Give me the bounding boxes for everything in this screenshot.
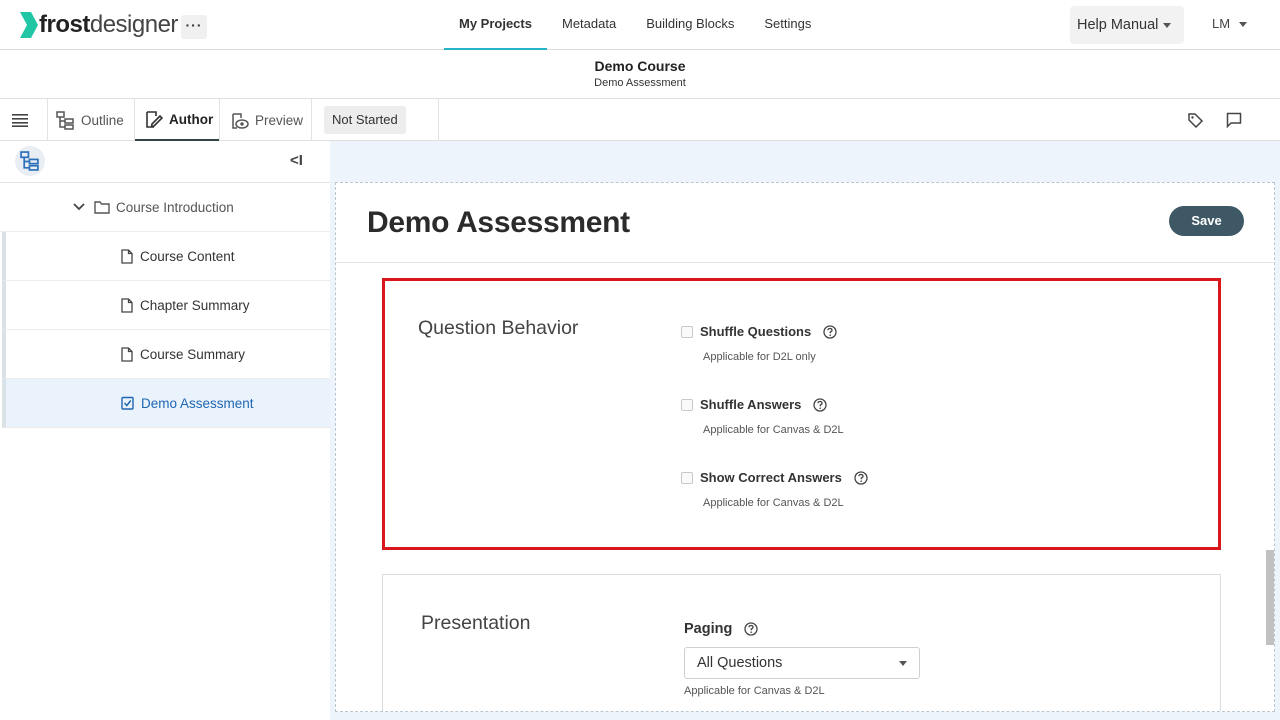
main-nav-tabs: My Projects Metadata Building Blocks Set… xyxy=(444,0,826,50)
paging-value: All Questions xyxy=(697,655,783,671)
save-button[interactable]: Save xyxy=(1169,206,1244,236)
option-label: Shuffle Answers xyxy=(700,397,802,412)
help-icon[interactable] xyxy=(744,622,758,636)
editor-scrollbar[interactable] xyxy=(1266,550,1274,645)
paging-label: Paging xyxy=(684,621,758,637)
editor-toolbar: Outline Author Preview xyxy=(0,99,1280,141)
tag-button[interactable] xyxy=(1187,99,1210,141)
option-label: Shuffle Questions xyxy=(700,324,812,339)
page-icon xyxy=(121,346,133,362)
option-note: Applicable for Canvas & D2L xyxy=(703,424,844,436)
chevron-down-icon xyxy=(1239,22,1248,28)
option-label: Show Correct Answers xyxy=(700,470,842,485)
option-show-correct-answers: Show Correct Answers Applicable for Canv… xyxy=(681,470,868,509)
user-menu[interactable]: LM xyxy=(1212,16,1248,31)
tab-preview[interactable]: Preview xyxy=(230,99,303,141)
help-manual-dropdown[interactable]: Help Manual xyxy=(1070,6,1184,44)
status-badge[interactable]: Not Started xyxy=(324,106,406,134)
tab-building-blocks[interactable]: Building Blocks xyxy=(631,0,749,50)
preview-eye-icon xyxy=(232,112,249,129)
comment-icon xyxy=(1226,112,1242,128)
tree-view-icon xyxy=(20,151,39,171)
presentation-section: Presentation Paging All Questions Applic… xyxy=(382,574,1221,711)
course-title: Demo Course xyxy=(594,58,686,74)
option-note: Applicable for D2L only xyxy=(703,351,816,363)
paging-select[interactable]: All Questions xyxy=(684,647,920,679)
help-icon[interactable] xyxy=(823,324,837,339)
author-label: Author xyxy=(169,111,214,127)
more-options-button[interactable]: ··· xyxy=(181,15,207,39)
show-correct-answers-checkbox[interactable] xyxy=(681,471,693,484)
folder-icon xyxy=(94,201,110,214)
help-icon[interactable] xyxy=(813,397,828,412)
tab-outline[interactable]: Outline xyxy=(56,99,124,141)
chevron-down-icon xyxy=(73,203,85,211)
section-title-presentation: Presentation xyxy=(421,612,531,634)
paging-note: Applicable for Canvas & D2L xyxy=(684,685,825,697)
outline-sidebar: <I Course Introduction Course Content Ch… xyxy=(0,141,330,720)
tree-view-button[interactable] xyxy=(15,146,45,176)
chevron-down-icon xyxy=(1163,22,1172,28)
collapse-sidebar-button[interactable]: <I xyxy=(290,152,303,169)
option-shuffle-answers: Shuffle Answers Applicable for Canvas & … xyxy=(681,397,844,436)
user-initials: LM xyxy=(1212,16,1231,31)
comments-button[interactable] xyxy=(1226,99,1248,141)
folder-label: Course Introduction xyxy=(116,199,234,215)
tab-my-projects[interactable]: My Projects xyxy=(444,0,547,50)
tree-item-label: Chapter Summary xyxy=(140,297,250,313)
course-subtitle: Demo Assessment xyxy=(594,77,686,89)
hamburger-icon xyxy=(12,114,28,127)
course-header: Demo Course Demo Assessment xyxy=(0,50,1280,99)
page-icon xyxy=(121,248,133,264)
tree-item-label: Course Content xyxy=(140,248,235,264)
outline-label: Outline xyxy=(81,112,124,128)
section-title-question-behavior: Question Behavior xyxy=(418,317,579,339)
tab-author[interactable]: Author xyxy=(135,99,219,141)
checkbox-page-icon xyxy=(121,396,134,410)
tag-icon xyxy=(1188,112,1204,128)
shuffle-answers-checkbox[interactable] xyxy=(681,398,693,411)
editor-canvas: Demo Assessment Save Question Behavior S… xyxy=(330,141,1280,720)
assessment-panel: Demo Assessment Save Question Behavior S… xyxy=(335,182,1275,712)
panel-header: Demo Assessment Save xyxy=(336,183,1274,263)
preview-label: Preview xyxy=(255,112,304,128)
tab-settings[interactable]: Settings xyxy=(749,0,826,50)
tree-item-label: Demo Assessment xyxy=(141,395,254,411)
help-icon[interactable] xyxy=(854,470,868,485)
tree-item-chapter-summary[interactable]: Chapter Summary xyxy=(2,281,330,330)
sidebar-header: <I xyxy=(0,141,330,183)
chevron-down-icon xyxy=(899,661,907,666)
tree-folder-course-introduction[interactable]: Course Introduction xyxy=(0,183,330,232)
option-shuffle-questions: Shuffle Questions Applicable for D2L onl… xyxy=(681,324,837,363)
tab-metadata[interactable]: Metadata xyxy=(547,0,631,50)
frost-designer-logo[interactable]: frostdesigner xyxy=(20,11,178,39)
question-behavior-section: Question Behavior Shuffle Questions Appl… xyxy=(382,278,1221,550)
shuffle-questions-checkbox[interactable] xyxy=(681,325,693,338)
tree-item-course-summary[interactable]: Course Summary xyxy=(2,330,330,379)
top-navbar: frostdesigner ··· My Projects Metadata B… xyxy=(0,0,1280,50)
tree-item-course-content[interactable]: Course Content xyxy=(2,232,330,281)
help-manual-label: Help Manual xyxy=(1077,17,1159,33)
page-title: Demo Assessment xyxy=(367,206,630,239)
logo-chevron-icon xyxy=(20,12,38,38)
option-note: Applicable for Canvas & D2L xyxy=(703,497,844,509)
tree-item-label: Course Summary xyxy=(140,346,246,362)
hamburger-menu-button[interactable] xyxy=(12,99,34,141)
tree-item-demo-assessment[interactable]: Demo Assessment xyxy=(2,379,330,428)
outline-tree-icon xyxy=(56,110,74,130)
pencil-document-icon xyxy=(146,110,163,128)
page-icon xyxy=(121,297,133,313)
